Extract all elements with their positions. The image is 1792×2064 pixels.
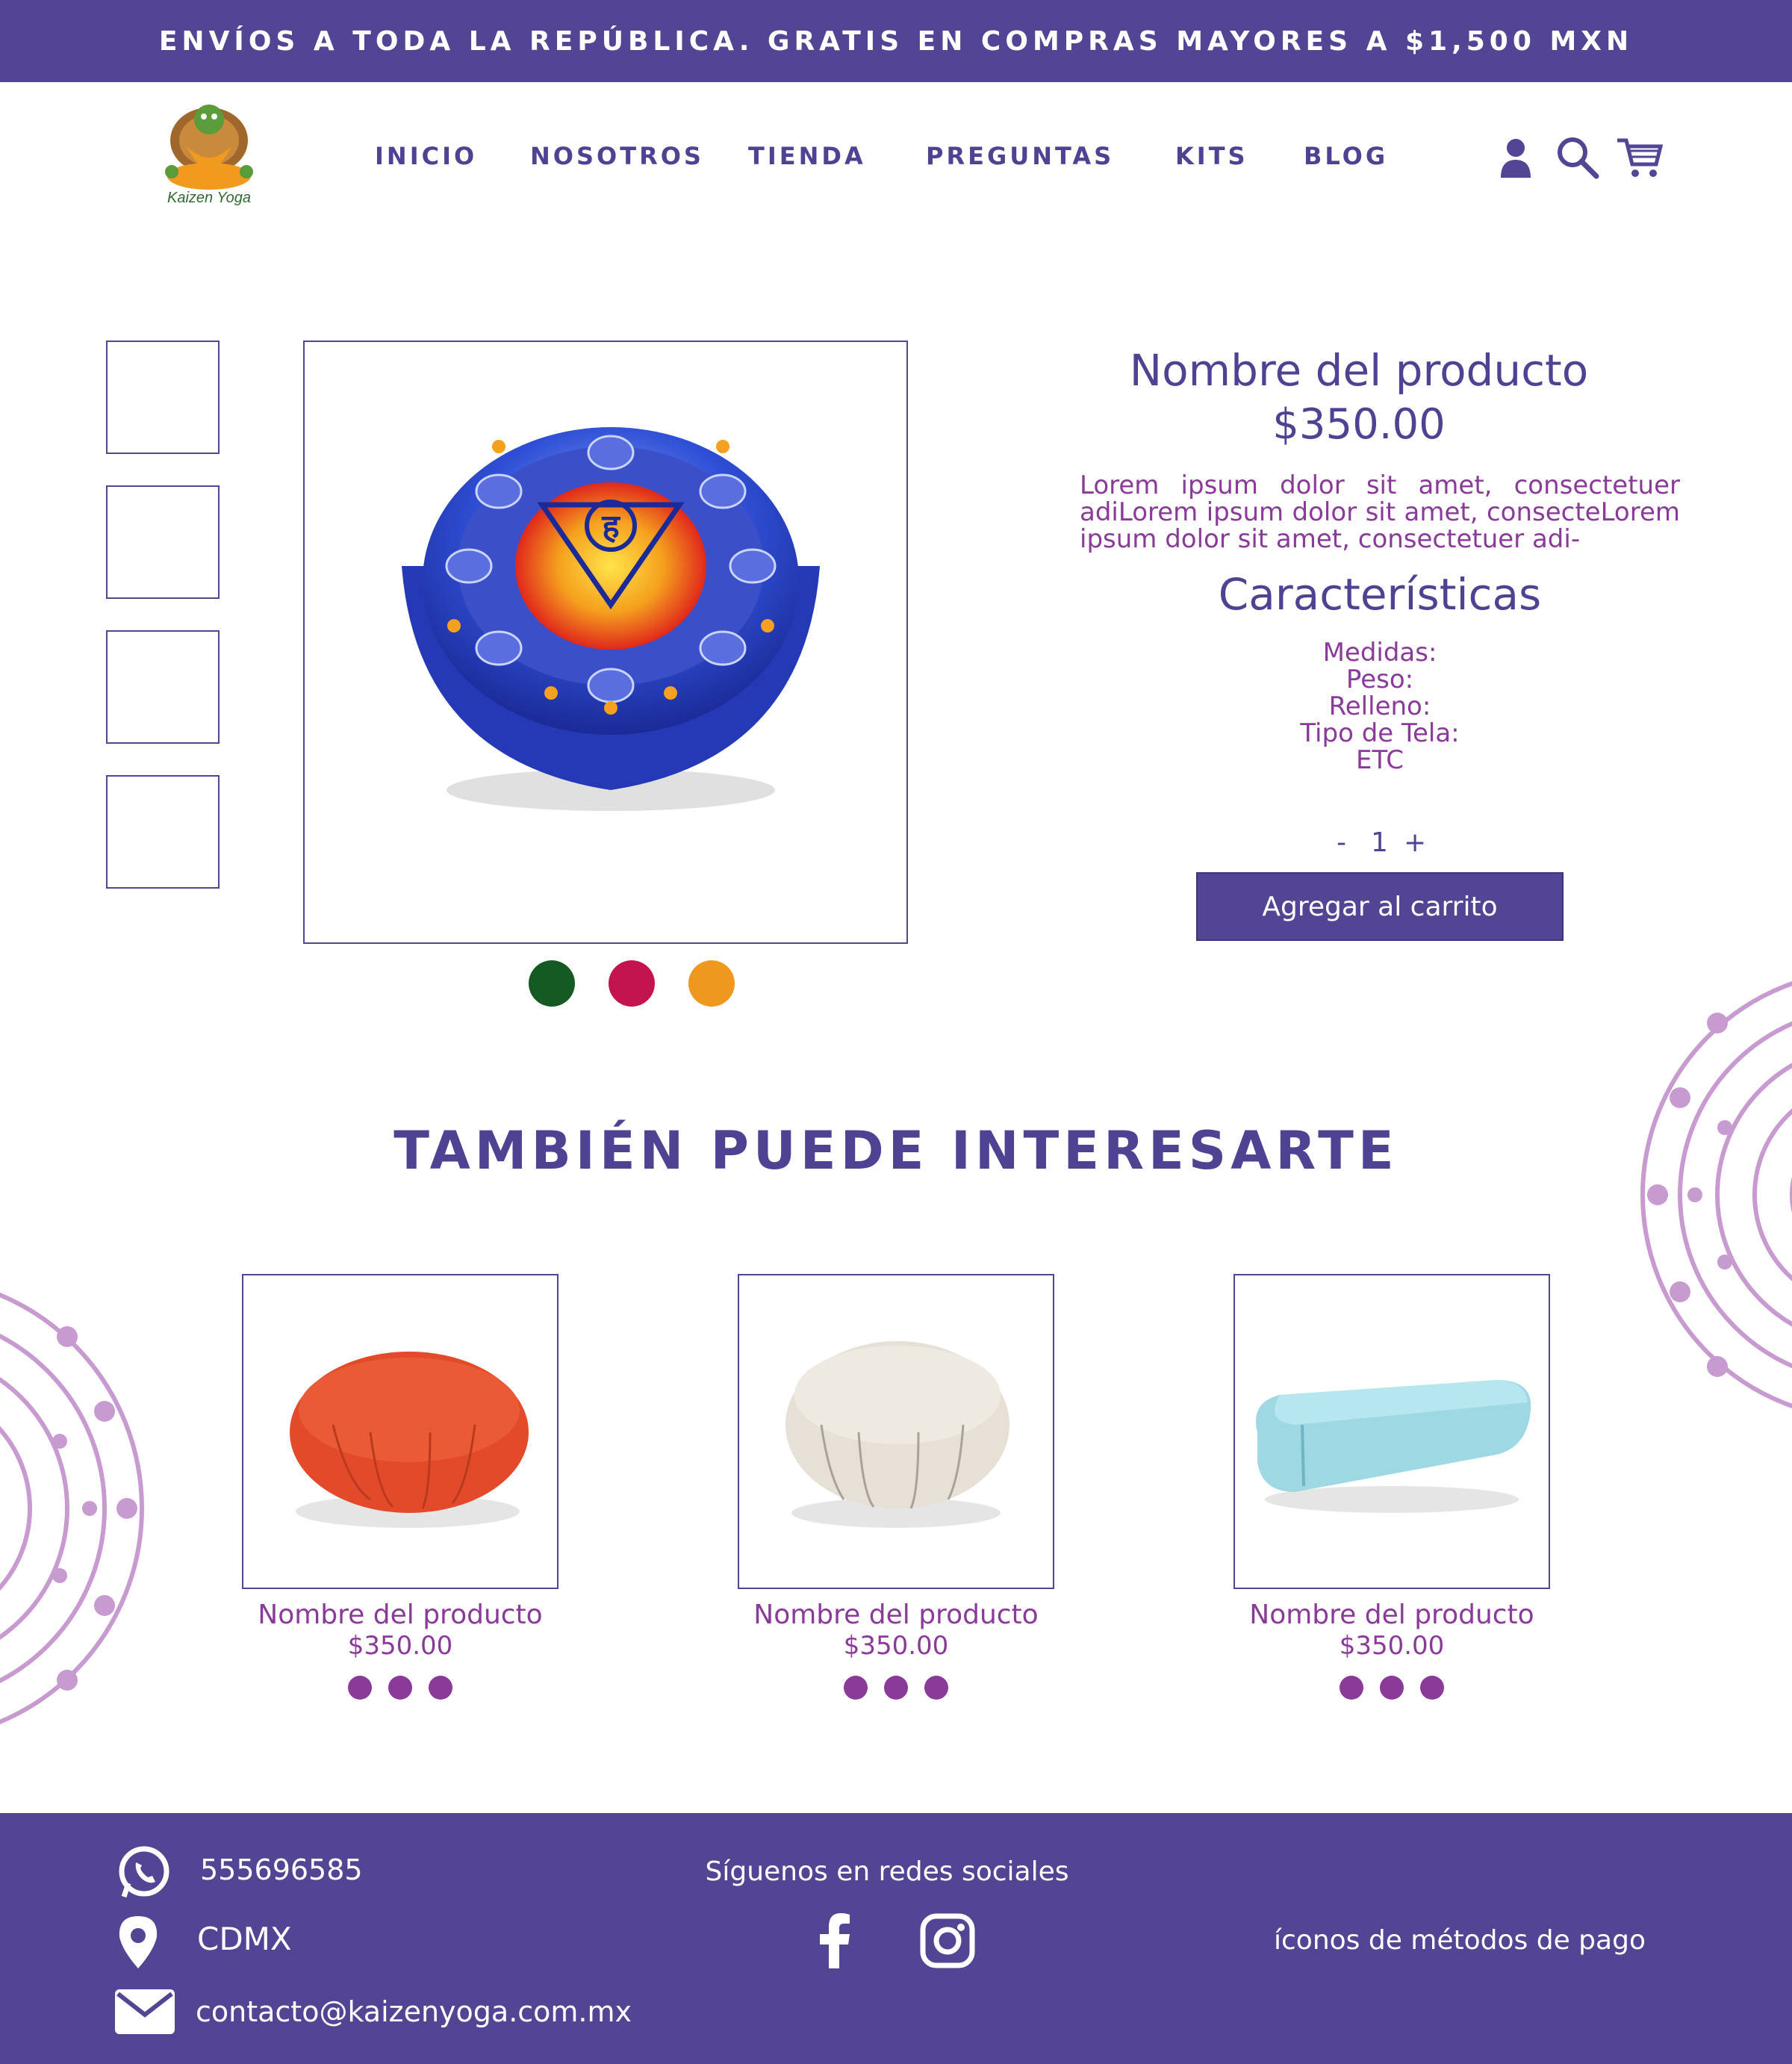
related-product-name[interactable]: Nombre del producto [1233,1600,1550,1630]
shipping-banner: ENVÍOS A TODA LA REPÚBLICA. GRATIS EN CO… [0,0,1792,82]
footer-phone[interactable]: 555696585 [200,1853,363,1886]
product-price: $350.00 [1272,400,1446,449]
product-thumbnail[interactable] [106,775,220,889]
related-products-title: TAMBIÉN PUEDE INTERESARTE [393,1120,1399,1181]
feature-medidas: Medidas: [1322,638,1437,668]
quantity-decrease-button[interactable]: - [1337,827,1346,858]
related-color-dot[interactable] [924,1676,948,1700]
product-thumbnail[interactable] [106,630,220,744]
related-product-image[interactable] [738,1274,1054,1589]
logo-text: Kaizen Yoga [167,190,251,206]
feature-etc: ETC [1356,745,1404,775]
email-icon[interactable] [113,1988,176,2036]
quantity-increase-button[interactable]: + [1404,827,1426,858]
related-product-image[interactable] [1233,1274,1550,1589]
social-title: Síguenos en redes sociales [705,1856,1069,1887]
search-icon[interactable] [1555,134,1599,179]
related-product-name[interactable]: Nombre del producto [242,1600,559,1630]
product-main-image: ह [303,341,908,944]
footer-email[interactable]: contacto@kaizenyoga.com.mx [196,1995,632,2028]
nav-item-kits[interactable]: KITS [1175,142,1248,170]
features-title: Características [1218,569,1542,620]
product-description: Lorem ipsum dolor sit amet, consectetuer… [1080,470,1680,554]
related-product-image[interactable] [242,1274,559,1589]
nav-item-inicio[interactable]: INICIO [375,142,477,170]
add-to-cart-button[interactable]: Agregar al carrito [1196,872,1564,941]
feature-tipo-tela: Tipo de Tela: [1300,718,1460,748]
color-swatch-green[interactable] [529,960,575,1007]
related-color-dot[interactable] [884,1676,908,1700]
related-color-dot[interactable] [844,1676,868,1700]
cart-icon[interactable] [1616,134,1664,179]
related-color-dot[interactable] [429,1676,452,1700]
related-product-name[interactable]: Nombre del producto [738,1600,1054,1630]
color-swatch-magenta[interactable] [609,960,655,1007]
related-color-dot[interactable] [388,1676,412,1700]
related-color-dot[interactable] [1380,1676,1404,1700]
whatsapp-icon[interactable] [116,1844,172,1900]
nav-item-tienda[interactable]: TIENDA [748,142,866,170]
related-product-price: $350.00 [1339,1631,1445,1661]
add-to-cart-label: Agregar al carrito [1262,891,1498,922]
mandala-decoration-left [0,1269,157,1755]
color-swatch-orange[interactable] [688,960,735,1007]
nav-item-nosotros[interactable]: NOSOTROS [530,142,704,170]
related-product-price: $350.00 [347,1631,453,1661]
shipping-banner-text: ENVÍOS A TODA LA REPÚBLICA. GRATIS EN CO… [158,25,1634,57]
product-thumbnail[interactable] [106,485,220,599]
features-list: Medidas: Peso: Relleno: Tipo de Tela: ET… [1083,639,1677,774]
mandala-decoration-right [1635,963,1792,1426]
product-thumbnail[interactable] [106,341,220,454]
product-title: Nombre del producto [1129,345,1589,396]
feature-relleno: Relleno: [1328,691,1431,721]
quantity-value[interactable]: 1 [1371,827,1388,858]
related-color-dot[interactable] [1420,1676,1444,1700]
nav-item-blog[interactable]: BLOG [1304,142,1388,170]
facebook-icon[interactable] [817,1913,851,1968]
related-color-dot[interactable] [348,1676,372,1700]
svg-text:ह: ह [601,508,620,546]
chakra-cushion-image: ह [402,427,820,811]
footer: 555696585 CDMX contacto@kaizenyoga.com.m… [0,1813,1792,2064]
user-icon[interactable] [1493,134,1538,179]
related-product-price: $350.00 [843,1631,949,1661]
nav-item-preguntas[interactable]: PREGUNTAS [926,142,1114,170]
location-pin-icon [116,1915,160,1970]
footer-location: CDMX [197,1921,292,1957]
feature-peso: Peso: [1345,665,1414,694]
instagram-icon[interactable] [920,1913,975,1968]
related-color-dot[interactable] [1340,1676,1363,1700]
payment-methods-text: íconos de métodos de pago [1274,1925,1646,1956]
